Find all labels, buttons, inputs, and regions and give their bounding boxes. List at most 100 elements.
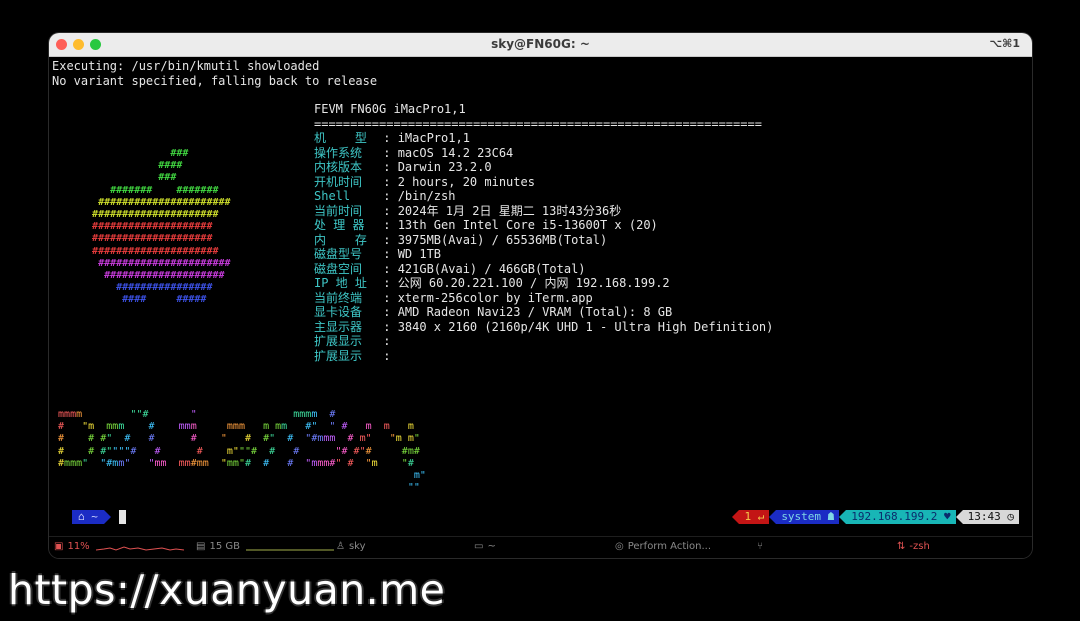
output-line: No variant specified, falling back to re… [52,73,378,88]
sysinfo-value: xterm-256color by iTerm.app [397,290,593,305]
sysinfo-key: 显卡设备 [314,305,363,319]
sysinfo-key: 当前终端 [314,290,363,305]
art-line: ###################### [74,196,231,208]
memory-status[interactable]: ▤ 15 GB [196,541,334,552]
git-status[interactable]: ⑂ [757,541,767,552]
sysinfo-value: WD 1TB [397,247,442,261]
art-line: ###################### [74,257,231,269]
sysinfo-value: 2024年 1月 2日 星期二 13时43分36秒 [397,203,622,218]
perform-action-button[interactable]: ◎ Perform Action... [615,541,711,552]
sysinfo-key: 主显示器 [314,319,363,334]
sysinfo-key: 扩展显示 [314,334,363,348]
sysinfo-key: 操作系统 [314,145,363,160]
figlet-banner: mmmm ""# " mmmm # # "m mmm # mmm mmm m mm… [58,409,426,494]
prompt-dir-segment: ⌂ ~ [72,510,104,524]
sysinfo-value: 3975MB(Avai) / 65536MB(Total) [397,232,608,247]
art-line: ### [74,172,177,184]
sysinfo-value: 421GB(Avai) / 466GB(Total) [397,261,586,276]
sysinfo-key: 内 存 [314,232,367,247]
sysinfo-value: /bin/zsh [397,189,456,203]
sysinfo-value: 3840 x 2160 (2160p/4K UHD 1 - Ultra High… [397,319,774,334]
sysinfo-row: 扩展显示 : [314,334,773,349]
output-line: Executing: /usr/bin/kmutil showloaded [52,59,320,73]
job-icon: ⇅ [897,541,906,552]
prompt-left: ⌂ ~ [56,510,126,524]
art-line: ####### ####### [74,184,219,196]
cpu-value: 11% [67,541,90,552]
art-line: ##################### [74,209,219,221]
sysinfo-key: Shell [314,189,372,203]
prompt-right-segment: 13:43 ◷ [962,510,1019,524]
prompt-arrow [732,510,740,524]
sysinfo-separator: : [376,232,398,247]
folder-icon: ▭ [474,541,484,552]
sysinfo-separator: : [376,334,398,348]
sysinfo-key: 开机时间 [314,174,363,189]
sysinfo-separator: : [376,131,398,145]
action-icon: ◎ [615,541,624,552]
terminal-content[interactable]: Executing: /usr/bin/kmutil showloaded No… [52,59,1027,529]
window-shortcut: ⌥⌘1 [989,37,1020,50]
figlet-line: #mmm" "#mm" "mm mm#mm "mm"# # # "mmm#" #… [58,457,414,469]
sysinfo-separator: : [376,218,398,232]
title-bar: sky@FN60G: ~ ⌥⌘1 [49,33,1032,57]
window-title: sky@FN60G: ~ [491,37,590,51]
job-value: -zsh [909,541,930,552]
art-line: #### [74,160,183,172]
figlet-line: # "m mmm # mmm mmm m mm #" " # m m m [58,421,414,433]
sysinfo-separator: : [376,290,398,305]
sysinfo-key: 磁盘空间 [314,261,363,276]
system-info-panel: FEVM FN60G iMacPro1,1 ==================… [314,102,773,363]
cpu-status[interactable]: ▣ 11% [54,541,184,552]
sysinfo-row: IP 地 址 : 公网 60.20.221.100 / 内网 192.168.1… [314,276,773,291]
prompt-right-segment: 1 ↵ [739,510,770,524]
art-line: #################### [74,233,213,245]
prompt-arrow [769,510,777,524]
terminal-window: sky@FN60G: ~ ⌥⌘1 Executing: /usr/bin/kmu… [49,33,1032,558]
user-icon: ♙ [336,541,345,552]
sysinfo-row: 磁盘空间 : 421GB(Avai) / 466GB(Total) [314,262,773,277]
prompt-arrow [103,510,111,524]
art-line: #################### [74,270,225,282]
memory-graph [245,549,334,550]
sysinfo-separator: : [376,276,398,290]
figlet-line: # # #" # # # " # #" # "#mmm # m" "m m" [58,433,420,445]
user-status[interactable]: ♙ sky [336,541,366,552]
sysinfo-row: 当前时间 : 2024年 1月 2日 星期二 13时43分36秒 [314,204,773,219]
sysinfo-separator: : [376,305,398,319]
sysinfo-separator: : [376,203,398,218]
prompt-arrow [955,510,963,524]
prompt-arrow [839,510,847,524]
sysinfo-key: 处 理 器 [314,218,365,232]
directory-value: ~ [487,541,496,552]
figlet-line: mmmm ""# " mmmm # [58,409,336,420]
user-value: sky [348,541,366,552]
sysinfo-key: IP 地 址 [314,276,367,290]
sysinfo-value: 13th Gen Intel Core i5-13600T x (20) [397,218,658,232]
apple-logo-ascii-art: ### #### ### ####### ####### ###########… [74,148,231,307]
prompt-right: 1 ↵ system ☗ 192.168.199.2 ♥ 13:43 ◷ [732,510,1019,524]
art-line: #################### [74,221,213,233]
text-cursor [118,510,126,524]
prompt-right-segment: system ☗ [776,510,840,524]
sysinfo-row: 主显示器 : 3840 x 2160 (2160p/4K UHD 1 - Ult… [314,320,773,335]
watermark-url: https://xuanyuan.me [8,566,446,614]
sysinfo-value: Darwin 23.2.0 [397,160,492,174]
sysinfo-key: 磁盘型号 [314,247,363,261]
sysinfo-value: iMacPro1,1 [397,131,470,145]
cpu-icon: ▣ [54,541,64,552]
sysinfo-row: 开机时间 : 2 hours, 20 minutes [314,175,773,190]
sysinfo-key: 机 型 [314,131,367,145]
prompt-right-segment: 192.168.199.2 ♥ [846,510,956,524]
sysinfo-separator: : [376,348,398,363]
sysinfo-row: 显卡设备 : AMD Radeon Navi23 / VRAM (Total):… [314,305,773,320]
sysinfo-row: 操作系统 : macOS 14.2 23C64 [314,146,773,161]
sysinfo-row: 机 型 : iMacPro1,1 [314,131,773,146]
job-status[interactable]: ⇅ -zsh [897,541,930,552]
sysinfo-separator: : [376,145,398,160]
sysinfo-row: Shell : /bin/zsh [314,189,773,204]
directory-status[interactable]: ▭ ~ [474,541,496,552]
art-line: ### [74,148,189,159]
art-line: #### ##### [74,294,207,306]
sysinfo-value: AMD Radeon Navi23 / VRAM (Total): 8 GB [397,305,673,319]
